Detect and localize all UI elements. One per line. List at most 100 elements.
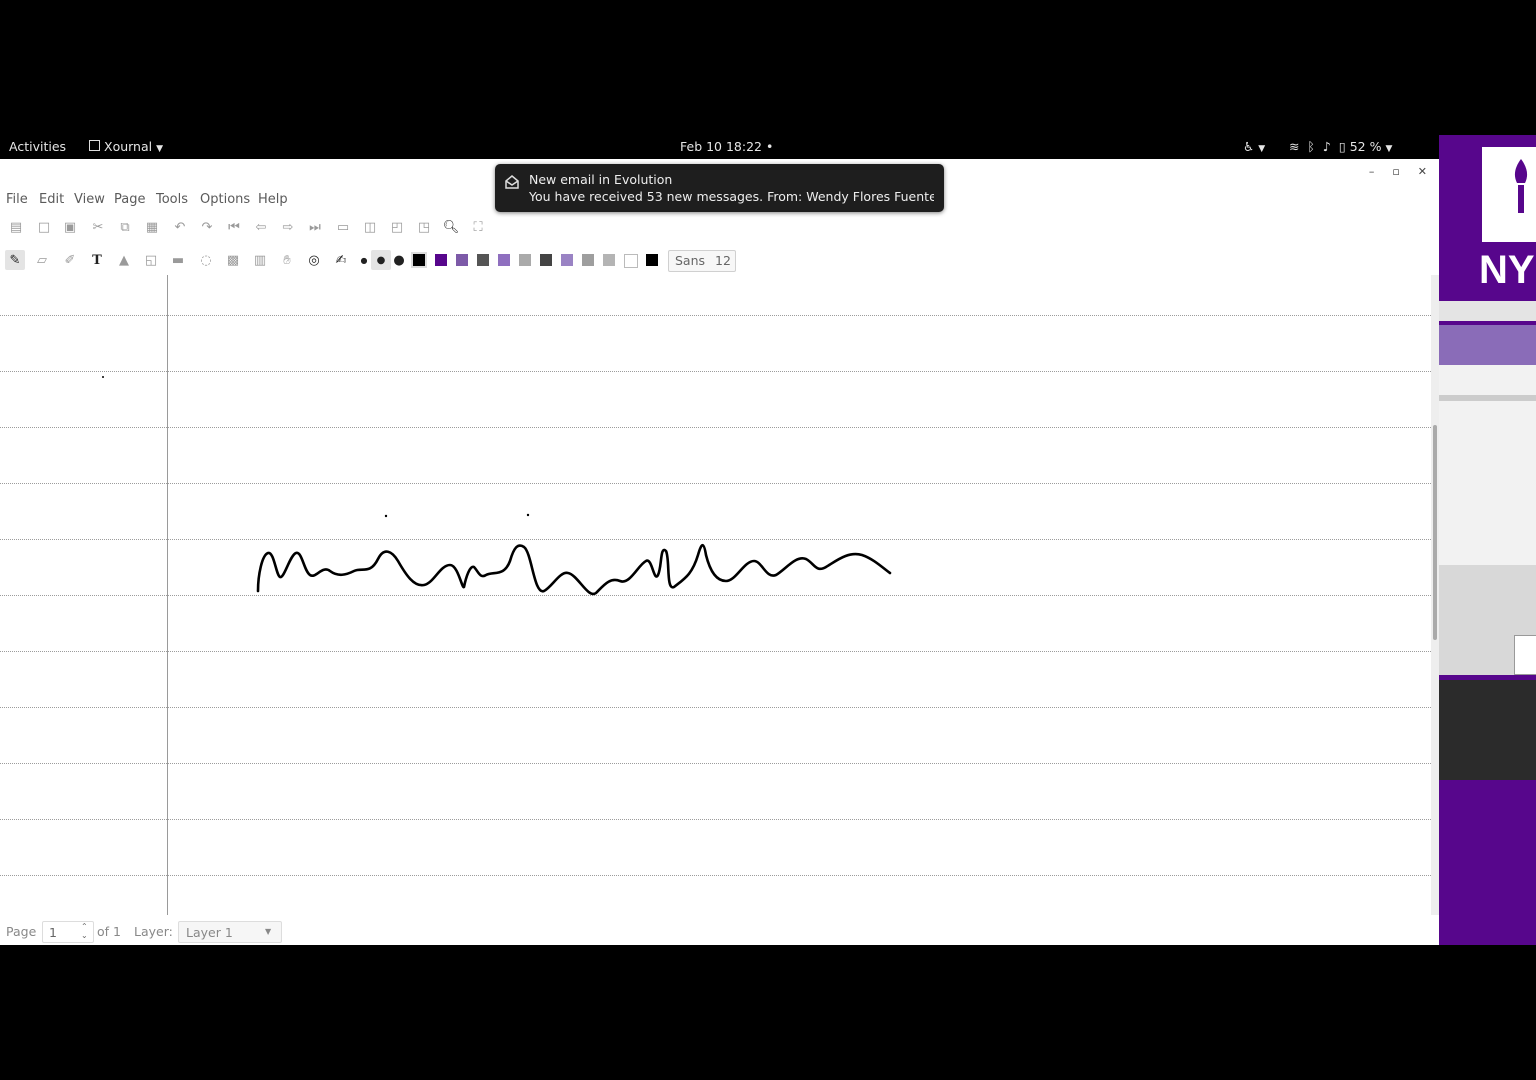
scrollbar-thumb[interactable] xyxy=(1433,425,1437,640)
system-tray[interactable]: ♿ ▼ ≋ ᛒ ♪ ▯ 52 % ▼ xyxy=(1243,139,1392,154)
image-tool-icon[interactable]: ▲ xyxy=(114,250,134,270)
nyu-logo-text: NY xyxy=(1479,248,1535,292)
zoom-normal-icon[interactable]: ◫ xyxy=(360,217,380,237)
vertical-scrollbar[interactable] xyxy=(1431,275,1439,915)
app-menu-label: Xournal xyxy=(104,139,153,154)
chevron-down-icon: ▼ xyxy=(1258,144,1266,154)
save-icon[interactable]: ▤ xyxy=(6,217,26,237)
ink-dot xyxy=(384,514,388,518)
copy-icon[interactable]: ⧉ xyxy=(115,217,135,237)
xournal-app-icon xyxy=(89,140,100,151)
zoom-icon[interactable]: 🔍︎ xyxy=(441,217,461,237)
color-white-swatch[interactable] xyxy=(624,254,638,268)
font-button[interactable]: Sans 12 xyxy=(668,250,736,272)
page-label: Page xyxy=(6,924,37,939)
page-count: of 1 xyxy=(97,924,121,939)
rect-select-icon[interactable]: ▩ xyxy=(223,250,243,270)
side-band xyxy=(1439,565,1536,675)
cut-icon[interactable]: ✂ xyxy=(88,217,108,237)
new-page-icon[interactable]: □ xyxy=(34,217,54,237)
side-band xyxy=(1439,365,1536,565)
window-controls: – ▫ ✕ xyxy=(1351,165,1427,178)
menu-file[interactable]: File xyxy=(6,192,28,207)
default-tool-icon[interactable]: ◎ xyxy=(304,250,324,270)
eraser-icon[interactable]: ▱ xyxy=(32,250,52,270)
torch-logo-icon xyxy=(1514,159,1528,213)
maximize-icon[interactable]: ▫ xyxy=(1392,165,1399,178)
undo-icon[interactable]: ↶ xyxy=(170,217,190,237)
fullscreen-icon[interactable]: ⛶ xyxy=(468,217,488,237)
notification-title: New email in Evolution xyxy=(529,172,673,187)
page-width-icon[interactable]: ◰ xyxy=(387,217,407,237)
activities-button[interactable]: Activities xyxy=(9,139,66,154)
previous-page-icon[interactable]: ⇦ xyxy=(251,217,271,237)
clock[interactable]: Feb 10 18:22 • xyxy=(680,139,773,154)
pen-icon[interactable]: ✎ xyxy=(5,250,25,270)
ink-strokes xyxy=(102,376,892,596)
lasso-select-icon[interactable]: ◌ xyxy=(196,250,216,270)
color-violet-swatch[interactable] xyxy=(456,254,468,266)
thick-pen-icon[interactable]: ● xyxy=(389,250,409,270)
new-document-icon[interactable]: ▣ xyxy=(60,217,80,237)
color-current-swatch[interactable] xyxy=(646,254,658,266)
color-gray2-swatch[interactable] xyxy=(603,254,615,266)
paste-icon[interactable]: ▦ xyxy=(142,217,162,237)
font-name: Sans xyxy=(675,253,706,268)
close-icon[interactable]: ✕ xyxy=(1418,165,1427,178)
vertical-space-icon[interactable]: ▥ xyxy=(250,250,270,270)
first-page-icon[interactable]: ⏮ xyxy=(224,217,244,237)
shape-recognizer-icon[interactable]: ◱ xyxy=(141,250,161,270)
redo-icon[interactable]: ↷ xyxy=(197,217,217,237)
color-lightgray-swatch[interactable] xyxy=(519,254,531,266)
background-window-nyu: NY xyxy=(1439,135,1536,945)
menu-tools[interactable]: Tools xyxy=(156,192,188,207)
zoom-in-icon[interactable]: ◳ xyxy=(414,217,434,237)
font-size: 12 xyxy=(715,253,731,268)
text-tool-icon[interactable]: T xyxy=(87,250,107,270)
menu-help[interactable]: Help xyxy=(258,192,288,207)
color-silver-swatch[interactable] xyxy=(582,254,594,266)
medium-pen-icon[interactable]: ● xyxy=(371,250,391,270)
battery-text: 52 % xyxy=(1349,139,1382,154)
drawing-canvas[interactable] xyxy=(0,275,1431,915)
color-gray-swatch[interactable] xyxy=(477,254,489,266)
zoom-out-icon[interactable]: ▭ xyxy=(333,217,353,237)
chevron-down-icon: ▼ xyxy=(265,927,272,936)
side-button xyxy=(1514,635,1536,675)
volume-icon: ♪ xyxy=(1322,139,1331,154)
color-darkgray-swatch[interactable] xyxy=(540,254,552,266)
chevron-down-icon: ▼ xyxy=(1385,144,1393,154)
accessibility-icon[interactable]: ♿ xyxy=(1243,139,1254,154)
wifi-icon: ≋ xyxy=(1288,139,1300,154)
menu-edit[interactable]: Edit xyxy=(39,192,64,207)
color-purple-swatch[interactable] xyxy=(435,254,447,266)
last-page-icon[interactable]: ⏭ xyxy=(305,217,325,237)
ink-dot xyxy=(526,513,530,517)
default-pen-icon[interactable]: ✍︎ xyxy=(331,250,351,270)
menu-page[interactable]: Page xyxy=(114,192,145,207)
minimize-icon[interactable]: – xyxy=(1369,165,1375,178)
mail-icon xyxy=(505,175,519,189)
layer-select[interactable]: Layer 1 ▼ xyxy=(178,921,282,943)
email-notification[interactable]: New email in Evolution You have received… xyxy=(495,164,944,212)
ruler-icon[interactable]: ▬ xyxy=(168,250,188,270)
clock-text: Feb 10 18:22 xyxy=(680,139,763,154)
color-lilac-swatch[interactable] xyxy=(561,254,573,266)
spinner-arrows-icon[interactable]: ⌃ ⌄ xyxy=(81,922,88,940)
tools-toolbar: ✎ ▱ ✐ T ▲ ◱ ▬ ◌ ▩ ▥ ✋︎ ◎ ✍︎ ● ● ● Sans 1… xyxy=(0,248,1439,272)
app-menu[interactable]: Xournal ▼ xyxy=(89,139,163,154)
top-bar: Activities Xournal ▼ Feb 10 18:22 • ♿ ▼ … xyxy=(0,135,1439,159)
notification-body: You have received 53 new messages. From:… xyxy=(529,189,934,204)
handwriting-stroke xyxy=(256,543,892,596)
color-black-swatch[interactable] xyxy=(411,252,427,268)
side-band xyxy=(1439,325,1536,365)
next-page-icon[interactable]: ⇨ xyxy=(278,217,298,237)
highlighter-icon[interactable]: ✐ xyxy=(60,250,80,270)
layer-label: Layer: xyxy=(134,924,173,939)
page-spinner[interactable]: 1 ⌃ ⌄ xyxy=(42,921,94,943)
hand-icon[interactable]: ✋︎ xyxy=(277,250,297,270)
menu-options[interactable]: Options xyxy=(200,192,250,207)
color-lavender-swatch[interactable] xyxy=(498,254,510,266)
menu-view[interactable]: View xyxy=(74,192,105,207)
main-toolbar: ▤ □ ▣ ✂ ⧉ ▦ ↶ ↷ ⏮ ⇦ ⇨ ⏭ ▭ ◫ ◰ ◳ 🔍︎ ⛶ xyxy=(0,215,1439,239)
